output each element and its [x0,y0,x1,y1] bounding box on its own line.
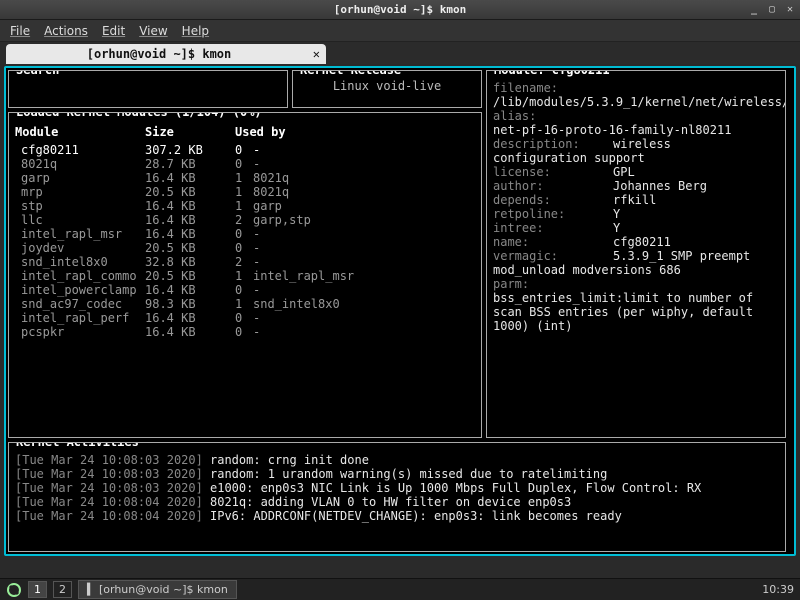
terminal-tab[interactable]: [orhun@void ~]$ kmon ✕ [6,44,326,64]
activity-line: [Tue Mar 24 10:08:03 2020]random: crng i… [15,453,779,467]
activity-line: [Tue Mar 24 10:08:04 2020]IPv6: ADDRCONF… [15,509,779,523]
taskbar: 1 2 ▍ [orhun@void ~]$ kmon 10:39 [0,578,800,600]
search-panel: Search [8,70,288,108]
tab-label: [orhun@void ~]$ kmon [87,47,232,61]
module-info-panel: Module: cfg80211 filename:/lib/modules/5… [486,70,786,438]
workspace-1[interactable]: 1 [28,581,47,598]
close-icon[interactable]: ✕ [784,4,796,16]
module-info-line: license:GPL [493,165,779,179]
window-title: [orhun@void ~]$ kmon [334,3,466,16]
minimize-icon[interactable]: _ [748,4,760,16]
module-row[interactable]: snd_ac97_codec98.3 KB1snd_intel8x0 [15,297,475,311]
menu-file[interactable]: File [10,24,30,38]
module-info-line: name:cfg80211 [493,235,779,249]
module-row[interactable]: mrp20.5 KB18021q [15,185,475,199]
kernel-activities-panel: Kernel Activities [Tue Mar 24 10:08:03 2… [8,442,786,552]
modules-body[interactable]: cfg80211307.2 KB0-8021q28.7 KB0-garp16.4… [15,143,475,339]
col-size: Size [145,125,235,139]
module-info-line: description:wireless [493,137,779,151]
module-info-body: filename:/lib/modules/5.3.9_1/kernel/net… [493,81,779,333]
module-info-line: vermagic:5.3.9_1 SMP preempt [493,249,779,263]
window-titlebar: [orhun@void ~]$ kmon _ ▢ ✕ [0,0,800,20]
terminal-area: Search Kernel Release Linux void-live Mo… [4,66,796,556]
module-row[interactable]: intel_powerclamp16.4 KB0- [15,283,475,297]
module-info-line: author:Johannes Berg [493,179,779,193]
module-row[interactable]: cfg80211307.2 KB0- [15,143,475,157]
module-info-line: depends:rfkill [493,193,779,207]
menubar: File Actions Edit View Help [0,20,800,42]
activity-line: [Tue Mar 24 10:08:03 2020]random: 1 uran… [15,467,779,481]
module-info-line: net-pf-16-proto-16-family-nl80211 [493,123,779,137]
module-info-line: mod_unload modversions 686 [493,263,779,277]
search-title: Search [13,70,62,77]
module-info-line: configuration support [493,151,779,165]
menu-actions[interactable]: Actions [44,24,88,38]
activities-title: Kernel Activities [13,442,142,449]
module-info-line: /lib/modules/5.3.9_1/kernel/net/wireless… [493,95,779,109]
module-info-line: parm: [493,277,779,291]
release-value: Linux void-live [299,75,475,93]
module-row[interactable]: 8021q28.7 KB0- [15,157,475,171]
module-row[interactable]: pcspkr16.4 KB0- [15,325,475,339]
col-usedby: Used by [235,125,475,139]
task-label: [orhun@void ~]$ kmon [99,583,228,596]
activity-line: [Tue Mar 24 10:08:03 2020]e1000: enp0s3 … [15,481,779,495]
module-row[interactable]: stp16.4 KB1garp [15,199,475,213]
tab-close-icon[interactable]: ✕ [313,47,320,61]
loaded-modules-panel: Loaded Kernel Modules (1/104) (0%) Modul… [8,112,482,438]
module-info-line: filename: [493,81,779,95]
module-info-line: intree:Y [493,221,779,235]
modules-header: Module Size Used by [15,125,475,139]
void-logo-icon[interactable] [6,582,22,598]
task-button[interactable]: ▍ [orhun@void ~]$ kmon [78,580,237,599]
terminal-icon: ▍ [87,583,95,596]
module-row[interactable]: intel_rapl_msr16.4 KB0- [15,227,475,241]
menu-view[interactable]: View [139,24,167,38]
module-row[interactable]: joydev20.5 KB0- [15,241,475,255]
module-row[interactable]: snd_intel8x032.8 KB2- [15,255,475,269]
release-title: Kernel Release [297,70,404,77]
menu-help[interactable]: Help [182,24,209,38]
loaded-title: Loaded Kernel Modules (1/104) (0%) [13,112,265,119]
clock: 10:39 [762,583,794,596]
module-row[interactable]: garp16.4 KB18021q [15,171,475,185]
activities-body: [Tue Mar 24 10:08:03 2020]random: crng i… [15,453,779,523]
activity-line: [Tue Mar 24 10:08:04 2020]8021q: adding … [15,495,779,509]
module-info-title: Module: cfg80211 [491,70,613,77]
module-row[interactable]: intel_rapl_commo20.5 KB1intel_rapl_msr [15,269,475,283]
tab-bar: [orhun@void ~]$ kmon ✕ [0,42,800,64]
maximize-icon[interactable]: ▢ [766,4,778,16]
module-info-line: alias: [493,109,779,123]
menu-edit[interactable]: Edit [102,24,125,38]
kernel-release-panel: Kernel Release Linux void-live [292,70,482,108]
module-row[interactable]: llc16.4 KB2garp,stp [15,213,475,227]
module-info-line: retpoline:Y [493,207,779,221]
workspace-2[interactable]: 2 [53,581,72,598]
module-info-line: bss_entries_limit:limit to number of sca… [493,291,779,333]
module-row[interactable]: intel_rapl_perf16.4 KB0- [15,311,475,325]
col-module: Module [15,125,145,139]
